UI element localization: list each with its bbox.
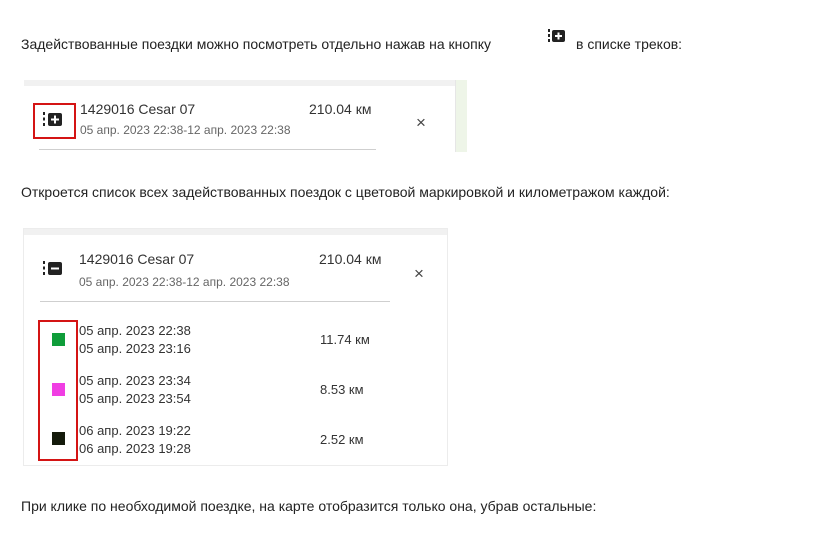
- track-distance: 210.04 км: [319, 251, 382, 267]
- panel-top-shade: [24, 229, 447, 235]
- trip-start-time: 06 апр. 2023 19:22: [79, 423, 191, 438]
- trip-distance: 8.53 км: [320, 382, 364, 397]
- divider: [39, 149, 376, 150]
- map-edge: [456, 80, 467, 152]
- list-description-paragraph: Откроется список всех задействованных по…: [21, 184, 670, 200]
- intro-paragraph: Задействованные поездки можно посмотреть…: [21, 36, 491, 52]
- track-dates: 05 апр. 2023 22:38-12 апр. 2023 22:38: [80, 123, 291, 137]
- expand-button-highlight: [33, 103, 76, 139]
- click-description-paragraph: При клике по необходимой поездке, на кар…: [21, 498, 597, 514]
- trip-start-time: 05 апр. 2023 22:38: [79, 323, 191, 338]
- close-track-button[interactable]: ×: [414, 264, 424, 284]
- intro-text-before: Задействованные поездки можно посмотреть…: [21, 36, 492, 52]
- trip-colors-highlight: [38, 320, 78, 461]
- trip-end-time: 05 апр. 2023 23:54: [79, 391, 191, 406]
- trip-distance: 11.74 км: [320, 332, 370, 347]
- track-dates: 05 апр. 2023 22:38-12 апр. 2023 22:38: [79, 275, 290, 289]
- track-name: 1429016 Cesar 07: [79, 251, 195, 267]
- intro-text-after: в списке треков:: [576, 36, 683, 52]
- panel-top-shade: [24, 80, 455, 86]
- track-name: 1429016 Cesar 07: [80, 101, 196, 117]
- track-distance: 210.04 км: [309, 101, 372, 117]
- close-track-button[interactable]: ×: [416, 113, 426, 133]
- collapse-trips-icon[interactable]: [42, 260, 64, 277]
- expand-trips-icon: [547, 28, 567, 44]
- divider: [40, 301, 390, 302]
- trip-end-time: 05 апр. 2023 23:16: [79, 341, 191, 356]
- trip-start-time: 05 апр. 2023 23:34: [79, 373, 191, 388]
- trip-end-time: 06 апр. 2023 19:28: [79, 441, 191, 456]
- trip-distance: 2.52 км: [320, 432, 364, 447]
